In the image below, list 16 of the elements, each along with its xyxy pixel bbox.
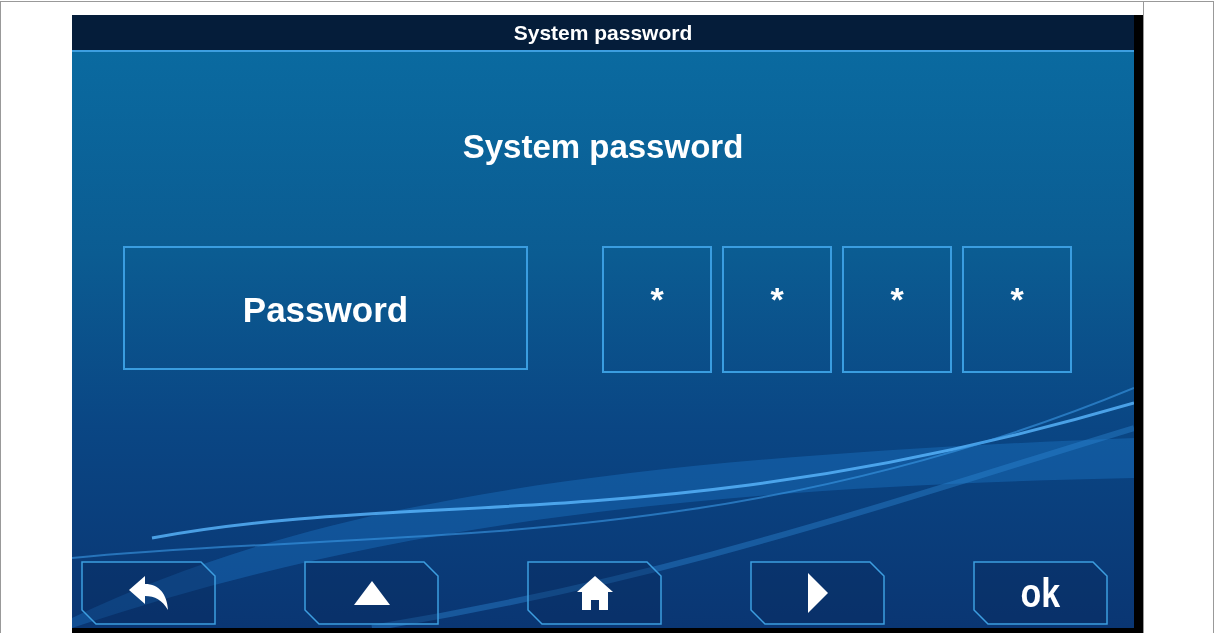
back-icon [128, 576, 169, 610]
home-button[interactable] [527, 561, 662, 625]
home-icon [576, 576, 613, 610]
password-digit-field[interactable]: * [962, 246, 1072, 373]
right-triangle-icon [807, 573, 828, 613]
up-button[interactable] [304, 561, 439, 625]
back-button[interactable] [81, 561, 216, 625]
password-digit-field[interactable]: * [842, 246, 952, 373]
password-label: Password [123, 246, 528, 370]
right-button[interactable] [750, 561, 885, 625]
password-digit-field[interactable]: * [722, 246, 832, 373]
ok-button[interactable]: ok [973, 561, 1108, 625]
screen-heading: System password [461, 128, 745, 167]
password-digit-field[interactable]: * [602, 246, 712, 373]
window-title: System password [72, 15, 1134, 52]
up-triangle-icon [353, 581, 390, 605]
